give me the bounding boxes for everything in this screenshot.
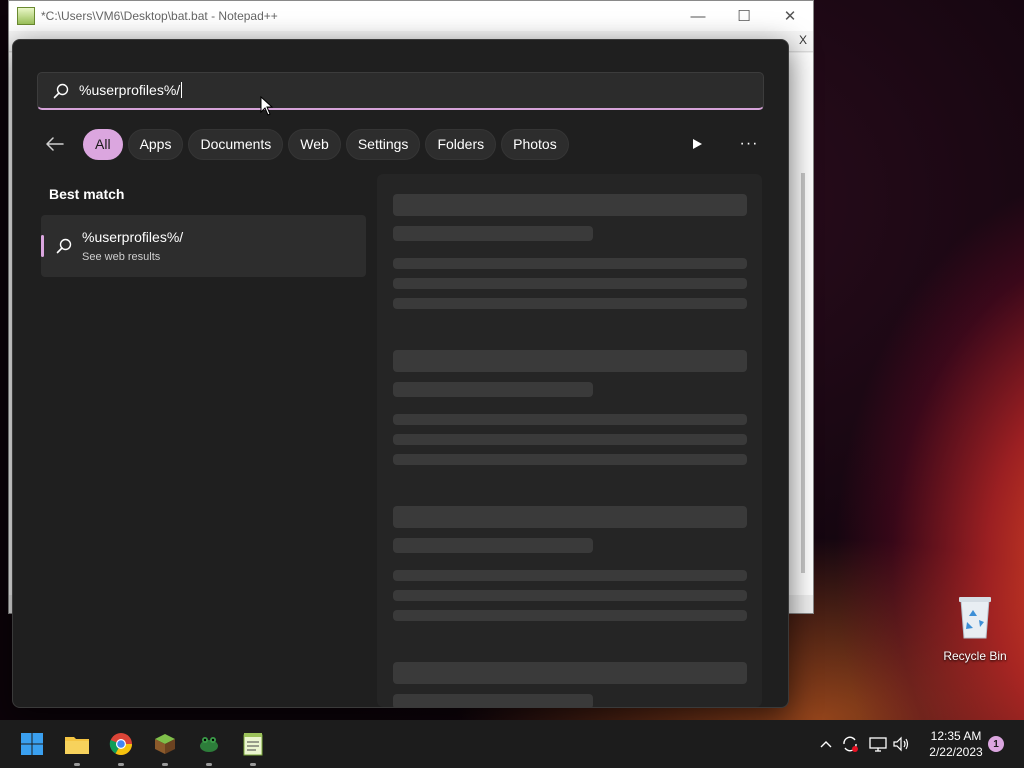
back-button[interactable]	[37, 128, 73, 160]
running-indicator	[162, 763, 168, 766]
filter-settings[interactable]: Settings	[345, 128, 421, 160]
taskbar-file-explorer[interactable]	[61, 728, 93, 766]
loading-placeholder	[393, 350, 747, 372]
web-search-icon	[56, 238, 72, 254]
notepad-app-icon	[17, 7, 35, 25]
recycle-bin-icon	[959, 597, 991, 639]
filter-bar: All Apps Documents Web Settings Folders …	[37, 128, 574, 160]
best-match-result[interactable]: %userprofiles%/ See web results	[41, 215, 366, 277]
chrome-icon	[109, 733, 132, 755]
best-match-heading: Best match	[49, 186, 125, 202]
loading-placeholder	[393, 694, 593, 707]
selection-indicator	[41, 235, 44, 257]
play-icon	[693, 139, 702, 149]
loading-placeholder	[393, 278, 747, 289]
taskbar-clock[interactable]: 12:35 AM 2/22/2023	[920, 728, 992, 760]
clock-date: 2/22/2023	[929, 745, 983, 759]
loading-placeholder	[393, 506, 747, 528]
search-flyout: %userprofiles%/ All Apps Documents Web S…	[12, 39, 789, 708]
filter-photos[interactable]: Photos	[501, 128, 569, 160]
clock-time: 12:35 AM	[930, 729, 982, 743]
loading-placeholder	[393, 298, 747, 309]
running-indicator	[250, 763, 256, 766]
loading-placeholder	[393, 258, 747, 269]
back-arrow-icon	[46, 137, 64, 151]
taskbar-app[interactable]	[193, 728, 225, 766]
volume-tray-button[interactable]	[892, 734, 912, 754]
search-box[interactable]: %userprofiles%/	[37, 72, 764, 110]
loading-placeholder	[393, 434, 747, 445]
loading-placeholder	[393, 382, 593, 397]
taskbar-minecraft[interactable]	[149, 728, 181, 766]
filter-all[interactable]: All	[83, 128, 123, 160]
taskbar: 12:35 AM 2/22/2023 1	[0, 720, 1024, 768]
preview-pane-loading	[377, 174, 762, 707]
file-explorer-icon	[65, 737, 89, 754]
more-filters-button[interactable]	[681, 128, 713, 160]
start-button[interactable]	[16, 728, 48, 760]
close-button[interactable]: ✕	[767, 1, 813, 31]
close-tab-button[interactable]: X	[799, 33, 807, 47]
volume-icon	[893, 736, 909, 752]
frog-app-icon	[200, 737, 218, 752]
loading-placeholder	[393, 194, 747, 216]
minecraft-icon	[155, 734, 175, 754]
result-subtitle: See web results	[82, 251, 161, 263]
show-hidden-icons-button[interactable]	[816, 734, 836, 754]
chevron-up-icon	[820, 741, 832, 748]
loading-placeholder	[393, 414, 747, 425]
filter-documents[interactable]: Documents	[188, 128, 284, 160]
editor-scrollbar[interactable]	[801, 173, 805, 573]
loading-placeholder	[393, 454, 747, 465]
text-caret	[181, 82, 183, 98]
filter-web[interactable]: Web	[288, 128, 341, 160]
sync-icon	[843, 736, 858, 752]
taskbar-notepad-plus-plus[interactable]	[237, 728, 269, 766]
network-icon	[869, 737, 887, 752]
filter-folders[interactable]: Folders	[425, 128, 497, 160]
loading-placeholder	[393, 538, 593, 553]
taskbar-chrome[interactable]	[105, 728, 137, 766]
running-indicator	[74, 763, 80, 766]
loading-placeholder	[393, 662, 747, 684]
search-input[interactable]: %userprofiles%/	[79, 82, 183, 98]
notepad-window-title: *C:\Users\VM6\Desktop\bat.bat - Notepad+…	[41, 9, 278, 23]
loading-placeholder	[393, 610, 747, 621]
more-options-button[interactable]: ···	[733, 128, 765, 160]
search-icon	[53, 83, 69, 99]
notification-badge[interactable]: 1	[988, 736, 1004, 752]
loading-placeholder	[393, 570, 747, 581]
recycle-bin-shortcut[interactable]: Recycle Bin	[940, 594, 1010, 663]
running-indicator	[206, 763, 212, 766]
running-indicator	[118, 763, 124, 766]
loading-placeholder	[393, 226, 593, 241]
windows-start-icon	[21, 733, 43, 755]
loading-placeholder	[393, 590, 747, 601]
maximize-button[interactable]: ☐	[721, 1, 767, 31]
minimize-button[interactable]: —	[675, 1, 721, 31]
filter-apps[interactable]: Apps	[127, 128, 184, 160]
notepad-plus-plus-icon	[243, 733, 263, 756]
result-title: %userprofiles%/	[82, 229, 184, 245]
sync-tray-button[interactable]	[840, 734, 860, 754]
recycle-bin-label: Recycle Bin	[943, 649, 1007, 663]
network-tray-button[interactable]	[868, 734, 888, 754]
mouse-cursor-icon	[260, 96, 274, 116]
